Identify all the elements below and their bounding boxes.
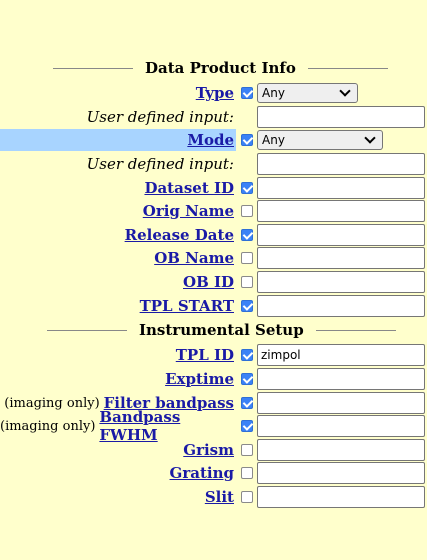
field-label: Slit	[0, 486, 236, 508]
section-title: Data Product Info	[145, 59, 296, 77]
type-select[interactable]: Any	[257, 83, 358, 103]
ob-name-link[interactable]: OB Name	[154, 249, 234, 267]
bandpass-fwhm-input[interactable]	[257, 415, 425, 437]
grism-checkbox[interactable]	[241, 444, 253, 456]
ob-name-input[interactable]	[257, 247, 425, 269]
field-row-tpl-start: TPL START	[0, 295, 427, 317]
field-row-tpl-id: TPL ID	[0, 344, 427, 366]
exptime-link[interactable]: Exptime	[165, 370, 234, 388]
user-defined-label: User defined input:	[86, 108, 234, 126]
field-row-ob-id: OB ID	[0, 271, 427, 293]
divider-line	[53, 67, 133, 69]
field-label: Grating	[0, 462, 236, 484]
field-row-bandpass-fwhm: (imaging only) Bandpass FWHM	[0, 408, 427, 444]
orig-name-checkbox[interactable]	[241, 205, 253, 217]
mode-select[interactable]: Any	[257, 130, 383, 150]
type-user-input[interactable]	[257, 106, 425, 128]
release-date-input[interactable]	[257, 224, 425, 246]
field-label: Mode	[0, 129, 236, 151]
field-row-grism: Grism	[0, 439, 427, 461]
exptime-input[interactable]	[257, 368, 425, 390]
ob-id-link[interactable]: OB ID	[183, 273, 234, 291]
field-row-mode-user: User defined input:	[0, 153, 427, 175]
tpl-id-input[interactable]	[257, 344, 425, 366]
section-title: Instrumental Setup	[139, 321, 304, 339]
field-row-exptime: Exptime	[0, 368, 427, 390]
field-label: Orig Name	[0, 200, 236, 222]
mode-user-input[interactable]	[257, 153, 425, 175]
tpl-start-checkbox[interactable]	[241, 300, 253, 312]
tpl-id-link[interactable]: TPL ID	[176, 346, 234, 364]
dataset-id-input[interactable]	[257, 177, 425, 199]
type-link[interactable]: Type	[196, 84, 234, 102]
divider-line	[307, 67, 388, 69]
field-row-mode: Mode Any	[0, 129, 427, 151]
grism-input[interactable]	[257, 439, 425, 461]
orig-name-input[interactable]	[257, 200, 425, 222]
field-row-slit: Slit	[0, 486, 427, 508]
type-select-value: Any	[262, 86, 285, 100]
section-instrumental-setup: Instrumental Setup	[0, 319, 427, 341]
field-label: (imaging only) Bandpass FWHM	[0, 408, 236, 444]
field-label: TPL ID	[0, 344, 236, 366]
orig-name-link[interactable]: Orig Name	[143, 202, 234, 220]
field-row-dataset-id: Dataset ID	[0, 177, 427, 199]
field-row-grating: Grating	[0, 462, 427, 484]
slit-link[interactable]: Slit	[205, 488, 234, 506]
field-label: Dataset ID	[0, 177, 236, 199]
ob-name-checkbox[interactable]	[241, 252, 253, 264]
grating-checkbox[interactable]	[241, 467, 253, 479]
grism-link[interactable]: Grism	[183, 441, 234, 459]
grating-input[interactable]	[257, 462, 425, 484]
chevron-down-icon	[339, 85, 351, 97]
field-label: OB Name	[0, 247, 236, 269]
slit-input[interactable]	[257, 486, 425, 508]
ob-id-input[interactable]	[257, 271, 425, 293]
dataset-id-checkbox[interactable]	[241, 182, 253, 194]
filter-bandpass-input[interactable]	[257, 392, 425, 414]
mode-link[interactable]: Mode	[187, 131, 234, 149]
field-row-orig-name: Orig Name	[0, 200, 427, 222]
field-row-release-date: Release Date	[0, 224, 427, 246]
imaging-only-note: (imaging only)	[4, 395, 100, 411]
user-defined-label: User defined input:	[86, 155, 234, 173]
field-label: Grism	[0, 439, 236, 461]
chevron-down-icon	[364, 132, 376, 144]
mode-select-value: Any	[262, 133, 285, 147]
field-label: TPL START	[0, 295, 236, 317]
release-date-link[interactable]: Release Date	[125, 226, 234, 244]
field-label: OB ID	[0, 271, 236, 293]
tpl-start-link[interactable]: TPL START	[140, 297, 234, 315]
section-data-product-info: Data Product Info	[0, 57, 427, 79]
release-date-checkbox[interactable]	[241, 229, 253, 241]
grating-link[interactable]: Grating	[170, 464, 234, 482]
field-label: Type	[0, 82, 236, 104]
ob-id-checkbox[interactable]	[241, 276, 253, 288]
type-checkbox[interactable]	[241, 87, 253, 99]
divider-line	[47, 329, 127, 331]
field-label: Exptime	[0, 368, 236, 390]
field-label: Release Date	[0, 224, 236, 246]
filter-bandpass-checkbox[interactable]	[241, 397, 253, 409]
field-row-ob-name: OB Name	[0, 247, 427, 269]
dataset-id-link[interactable]: Dataset ID	[144, 179, 234, 197]
tpl-id-checkbox[interactable]	[241, 349, 253, 361]
bandpass-fwhm-checkbox[interactable]	[241, 420, 253, 432]
imaging-only-note: (imaging only)	[0, 418, 96, 434]
divider-line	[315, 329, 396, 331]
slit-checkbox[interactable]	[241, 491, 253, 503]
exptime-checkbox[interactable]	[241, 373, 253, 385]
tpl-start-input[interactable]	[257, 295, 425, 317]
mode-checkbox[interactable]	[241, 134, 253, 146]
field-row-type: Type Any	[0, 82, 427, 104]
field-row-type-user: User defined input:	[0, 106, 427, 128]
